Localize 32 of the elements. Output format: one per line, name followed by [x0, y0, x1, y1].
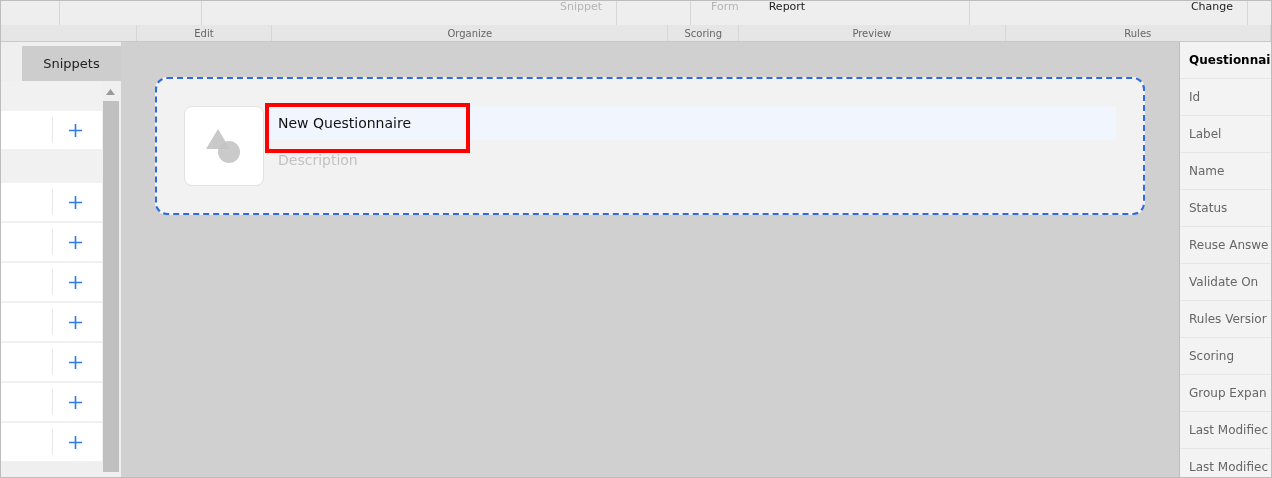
- property-label: Last Modifiec: [1180, 412, 1271, 449]
- ribbon-group-label: Edit: [194, 27, 214, 39]
- ribbon-group-label: Organize: [447, 27, 493, 39]
- ribbon-group-label: Preview: [852, 27, 892, 39]
- property-label: Rules Versior: [1180, 301, 1271, 338]
- property-label: Group Expan: [1180, 375, 1271, 412]
- property-label: Scoring: [1180, 338, 1271, 375]
- ribbon-group-label: Rules: [1124, 27, 1152, 39]
- ribbon-label[interactable]: Report: [768, 1, 806, 12]
- ribbon-label[interactable]: Change: [1190, 1, 1233, 12]
- property-label: Name: [1180, 153, 1271, 190]
- snippets-tab[interactable]: Snippets: [22, 46, 121, 81]
- plus-icon[interactable]: [69, 395, 82, 409]
- property-label: Status: [1180, 190, 1271, 227]
- property-label: Label: [1180, 116, 1271, 153]
- ribbon-group-label: Scoring: [684, 27, 723, 39]
- property-label: Validate On: [1180, 264, 1271, 301]
- shapes-icon: [205, 127, 243, 165]
- scrollbar-thumb[interactable]: [102, 101, 119, 472]
- plus-icon[interactable]: [69, 315, 82, 329]
- plus-icon[interactable]: [69, 355, 82, 369]
- properties-header: Questionnai: [1180, 42, 1271, 79]
- property-label: Last Modifiec: [1180, 449, 1271, 477]
- plus-icon[interactable]: [69, 275, 82, 289]
- property-label: Id: [1180, 79, 1271, 116]
- plus-icon[interactable]: [69, 435, 82, 449]
- scroll-up-icon[interactable]: [106, 89, 115, 95]
- plus-icon[interactable]: [69, 123, 82, 137]
- image-placeholder[interactable]: [184, 106, 264, 186]
- plus-icon[interactable]: [69, 195, 82, 209]
- plus-icon[interactable]: [69, 235, 82, 249]
- property-label: Reuse Answe: [1180, 227, 1271, 264]
